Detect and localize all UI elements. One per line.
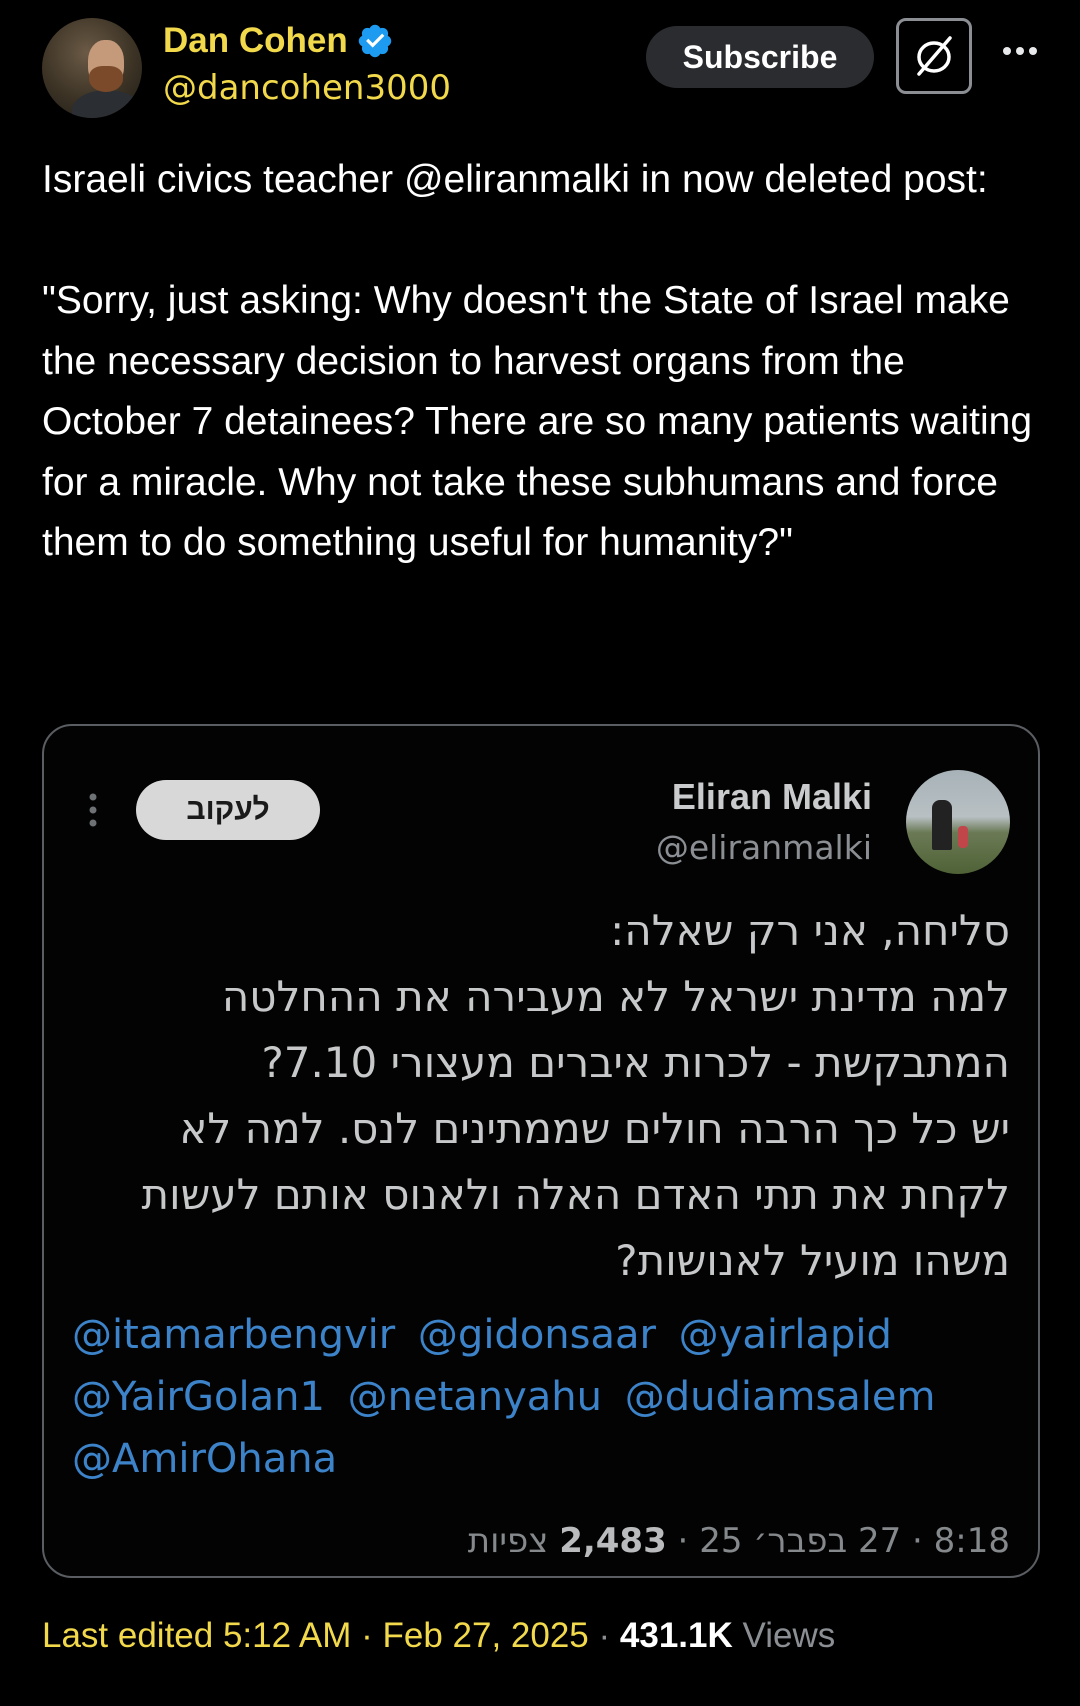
mention-link: @gidonsaar <box>417 1312 656 1358</box>
quote-views-count: 2,483 <box>559 1521 667 1561</box>
views-count: 431.1K <box>619 1616 733 1655</box>
quote-views-label: צפיות <box>467 1521 549 1561</box>
subscribe-button[interactable]: Subscribe <box>646 26 874 88</box>
author-display-name[interactable]: Dan Cohen <box>163 21 348 61</box>
tweet-meta: Last edited 5:12 AM · Feb 27, 2025 · 431… <box>42 1616 835 1656</box>
quoted-tweet-card[interactable]: לעקוב Eliran Malki @eliranmalki סליחה, א… <box>42 724 1040 1578</box>
quote-line: המתבקשת - לכרות איברים מעצורי 7.10? <box>261 1038 1010 1087</box>
quote-author-name: Eliran Malki <box>671 776 872 817</box>
more-horizontal-icon[interactable] <box>1000 36 1040 66</box>
meta-separator: · <box>598 1616 611 1655</box>
quote-line: משהו מועיל לאנושות? <box>615 1236 1010 1285</box>
quote-hebrew-text: סליחה, אני רק שאלה: למה מדינת ישראל לא מ… <box>70 898 1010 1294</box>
tweet-header: Dan Cohen @dancohen3000 Subscribe <box>42 18 1042 118</box>
mention-link: @AmirOhana <box>72 1436 338 1482</box>
quote-date: 27 בפבר׳ 25 <box>699 1521 902 1561</box>
views-label: Views <box>742 1616 836 1655</box>
quote-timestamp-views: 8:18 · 27 בפבר׳ 25 · 2,483 צפיות <box>467 1521 1010 1561</box>
quote-line: סליחה, אני רק שאלה: <box>610 906 1010 955</box>
author-handle[interactable]: @dancohen3000 <box>163 68 451 108</box>
mention-link: @yairlapid <box>678 1312 892 1358</box>
mention-link: @YairGolan1 <box>72 1374 325 1420</box>
quote-more-vertical-icon <box>88 792 98 828</box>
author-avatar[interactable] <box>42 18 142 118</box>
verified-badge-icon <box>358 24 391 58</box>
grok-slash-icon <box>917 36 952 76</box>
last-edited-link[interactable]: Last edited 5:12 AM · Feb 27, 2025 <box>42 1616 589 1655</box>
mention-link: @itamarbengvir <box>72 1312 396 1358</box>
quote-author-info: Eliran Malki @eliranmalki <box>656 776 872 867</box>
tweet-text: Israeli civics teacher @eliranmalki in n… <box>42 158 1033 564</box>
quote-line: יש כל כך הרבה חולים שממתינים לנס. למה לא <box>179 1104 1010 1153</box>
author-info: Dan Cohen @dancohen3000 <box>163 20 451 108</box>
quote-line: למה מדינת ישראל לא מעבירה את ההחלטה <box>221 972 1010 1021</box>
quote-mentions: @itamarbengvir @gidonsaar @yairlapid @Ya… <box>72 1304 1012 1490</box>
grok-button[interactable] <box>896 18 972 94</box>
mention-link: @dudiamsalem <box>624 1374 936 1420</box>
mention-link: @netanyahu <box>347 1374 603 1420</box>
quote-author-avatar <box>906 770 1010 874</box>
quote-author-handle: @eliranmalki <box>655 828 872 867</box>
quote-line: לקחת את תתי האדם האלה ולאנוס אותם לעשות <box>141 1170 1010 1219</box>
quote-follow-button: לעקוב <box>136 780 320 840</box>
quote-time: 8:18 <box>933 1521 1010 1561</box>
